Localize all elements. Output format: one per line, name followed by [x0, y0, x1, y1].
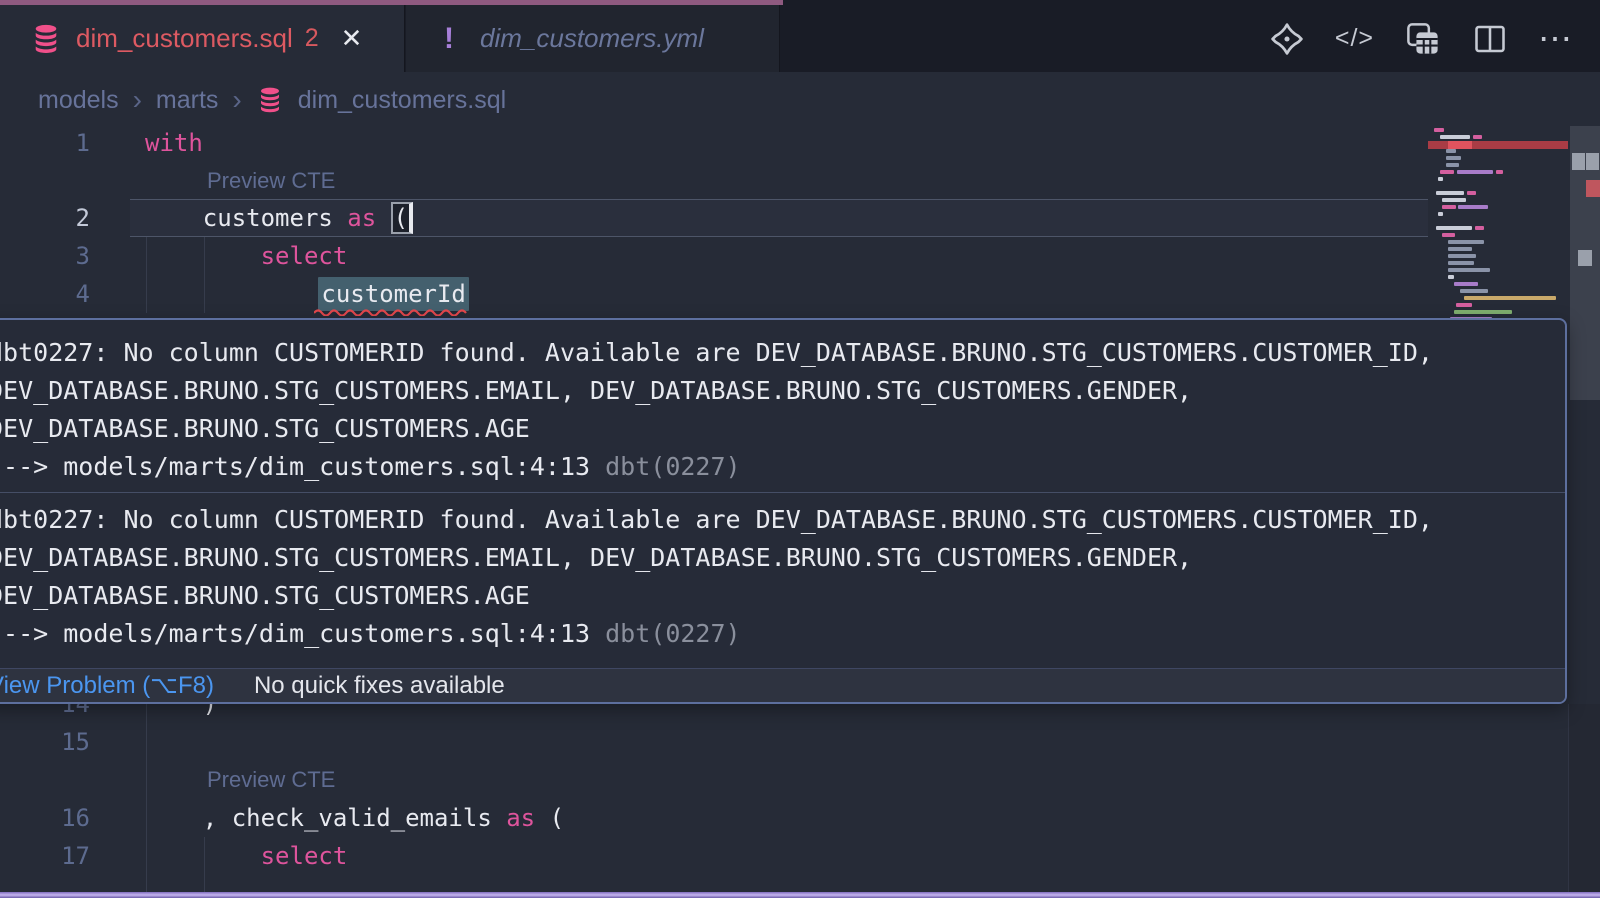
warning-icon: ! — [444, 22, 454, 56]
code-line-16[interactable]: 16 , check_valid_emails as ( — [0, 799, 1430, 837]
more-actions-icon[interactable]: ⋯ — [1538, 29, 1572, 49]
error-message-block: dbt0227: No column CUSTOMERID found. Ava… — [0, 495, 1565, 657]
code-line-2[interactable]: 2 customers as ( — [0, 199, 1430, 237]
line-number[interactable]: 1 — [0, 124, 90, 162]
dbt-logo-icon[interactable] — [1269, 21, 1305, 57]
breadcrumb: models › marts › dim_customers.sql — [38, 78, 506, 122]
database-icon — [32, 23, 60, 55]
error-tooltip: dbt0227: No column CUSTOMERID found. Ava… — [0, 318, 1567, 704]
tab-label: dim_customers.sql — [76, 23, 293, 54]
line-number[interactable]: 2 — [0, 199, 90, 237]
query-results-icon[interactable] — [1404, 20, 1442, 58]
code-line-17[interactable]: 17 select — [0, 837, 1430, 875]
tab-error-count-badge: 2 — [305, 24, 319, 53]
split-editor-icon[interactable] — [1472, 21, 1508, 57]
code-line-4[interactable]: 4 customerId — [0, 275, 1430, 313]
tab-bar: dim_customers.sql 2 ✕ ! dim_customers.ym… — [0, 0, 1600, 72]
chevron-right-icon: › — [133, 84, 142, 116]
line-number[interactable]: 4 — [0, 275, 90, 313]
active-group-accent — [0, 0, 783, 5]
breadcrumb-file[interactable]: dim_customers.sql — [298, 86, 506, 115]
code-line-15[interactable]: 15 — [0, 723, 1430, 761]
code-line-3[interactable]: 3 select — [0, 237, 1430, 275]
breadcrumb-item-marts[interactable]: marts — [156, 86, 219, 115]
tooltip-status-bar: View Problem (⌥F8) No quick fixes availa… — [0, 668, 1565, 702]
window-bottom-accent — [0, 892, 1600, 898]
line-number[interactable]: 16 — [0, 799, 90, 837]
codelens-preview-cte[interactable]: Preview CTE — [207, 761, 335, 798]
tooltip-divider — [0, 492, 1565, 493]
editor-toolbar: </> ⋯ — [1269, 5, 1572, 72]
minimap-error-line — [1428, 141, 1568, 149]
code-line-1[interactable]: 1 with — [0, 124, 1430, 162]
error-word-customerid: customerId — [318, 277, 469, 311]
line-number[interactable]: 17 — [0, 837, 90, 875]
editor-right-edge — [1568, 704, 1600, 892]
breadcrumb-item-models[interactable]: models — [38, 86, 119, 115]
no-quick-fixes-label: No quick fixes available — [254, 672, 505, 700]
chevron-right-icon: › — [232, 84, 241, 116]
inline-code-icon[interactable]: </> — [1335, 24, 1374, 53]
tab-label: dim_customers.yml — [480, 23, 704, 54]
error-source-code: dbt(0227) — [605, 452, 740, 481]
line-number[interactable]: 3 — [0, 237, 90, 275]
codelens-preview-cte[interactable]: Preview CTE — [207, 162, 335, 199]
view-problem-link[interactable]: View Problem (⌥F8) — [0, 671, 214, 700]
tab-dim-customers-yml[interactable]: ! dim_customers.yml — [406, 5, 780, 72]
error-source-code: dbt(0227) — [605, 619, 740, 648]
ide-window: dim_customers.sql 2 ✕ ! dim_customers.ym… — [0, 0, 1600, 898]
close-icon[interactable]: ✕ — [341, 23, 363, 54]
line-number[interactable]: 15 — [0, 723, 90, 761]
tab-dim-customers-sql[interactable]: dim_customers.sql 2 ✕ — [0, 5, 405, 72]
squiggle-underline-icon — [314, 307, 474, 316]
text-cursor: ( — [391, 202, 413, 234]
error-message-block: dbt0227: No column CUSTOMERID found. Ava… — [0, 320, 1565, 490]
database-icon — [258, 86, 282, 114]
